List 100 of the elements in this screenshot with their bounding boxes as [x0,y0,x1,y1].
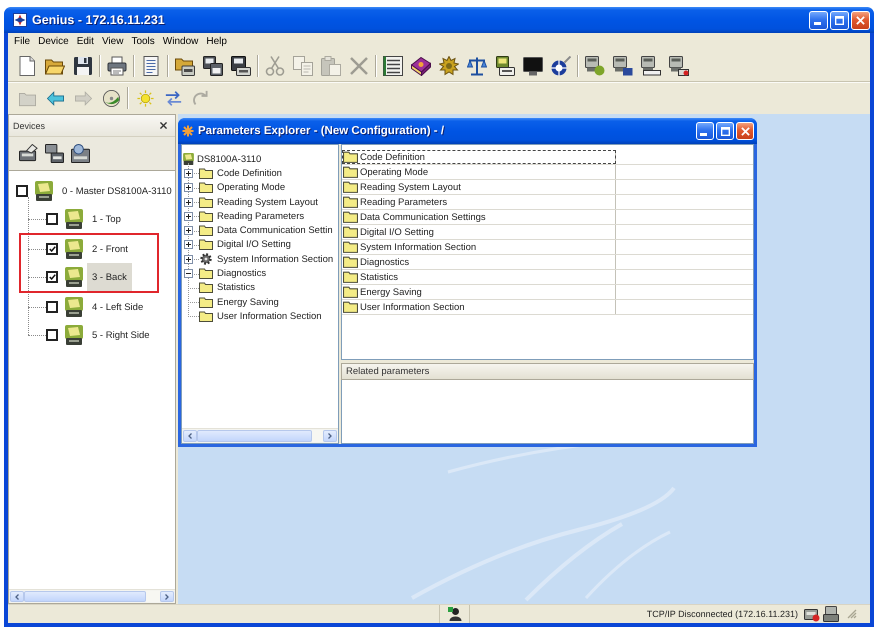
tree-item[interactable]: Code Definition [217,168,282,179]
device-icon [65,325,83,345]
folder-icon [199,239,213,250]
minimize-button[interactable] [809,10,828,30]
tree-item[interactable]: Energy Saving [217,296,279,308]
expand-icon[interactable] [184,183,193,192]
minimize-button[interactable] [696,122,714,140]
folder-icon [343,226,358,238]
expand-icon[interactable] [184,226,193,236]
list-item[interactable]: System Information Section [342,240,616,254]
maximize-button[interactable] [830,10,849,30]
blank-page-icon [17,56,37,76]
folder-icon [343,181,358,193]
copy-icon [293,56,313,76]
delete-icon [349,56,369,76]
expand-icon[interactable] [184,212,193,221]
expand-icon[interactable] [184,198,193,207]
tree-item[interactable]: Diagnostics [217,268,266,280]
crosshair-logo-icon [13,13,27,27]
list-item[interactable]: Operating Mode [342,165,616,179]
network-device-icon [613,56,633,76]
tree-item[interactable]: 2 - Front [87,235,133,263]
tree-item[interactable]: 1 - Top [87,205,126,233]
checkbox[interactable] [46,213,58,225]
collapse-icon[interactable] [184,269,193,278]
list-item[interactable]: User Information Section [342,300,616,314]
list-item[interactable]: Code Definition [342,150,616,164]
network-device-icon [585,56,605,76]
tree-item[interactable]: 5 - Right Side [87,321,155,349]
tree-item[interactable]: Reading Parameters [217,210,304,222]
monitor-icon [523,56,543,76]
folder-icon [199,296,213,308]
folder-icon [343,286,358,298]
resize-grip-icon[interactable] [847,609,857,619]
list-item[interactable]: Reading System Layout [342,180,616,194]
chevron-left-icon [15,594,19,600]
disc-icon [102,90,120,106]
list-item[interactable]: Diagnostics [342,255,616,269]
expand-icon[interactable] [184,254,193,264]
expand-icon[interactable] [184,240,193,250]
close-button[interactable] [159,121,168,130]
device-disk-icon [231,56,251,76]
device-icon [65,297,83,317]
scroll-left-button[interactable] [10,591,24,602]
menu-item[interactable]: Device [34,36,73,47]
device-icon [35,181,53,201]
checkmark-icon [48,246,56,252]
printer-icon [107,56,127,76]
close-icon [856,16,865,24]
menu-item[interactable]: View [98,36,128,47]
expand-icon[interactable] [184,168,193,178]
checkbox[interactable] [46,243,58,255]
list-item[interactable]: Energy Saving [342,285,616,299]
clipboard-icon [321,56,341,76]
tree-item[interactable]: Reading System Layout [217,196,318,208]
tree-item[interactable]: Operating Mode [217,182,286,194]
chevron-left-icon [188,433,192,439]
device-icon [65,267,83,287]
tree-item[interactable]: 3 - Back [87,263,132,291]
list-item[interactable]: Reading Parameters [342,195,616,209]
scroll-right-button[interactable] [323,430,337,442]
checkbox[interactable] [46,301,58,313]
network-device-icon [641,56,661,76]
list-item[interactable]: Data Communication Settings [342,210,616,224]
column-header: Related parameters [341,363,754,380]
scroll-right-button[interactable] [160,591,174,602]
folder-icon [199,210,213,222]
tree-item[interactable]: User Information Section [217,310,322,322]
scroll-left-button[interactable] [183,430,197,442]
menu-item[interactable]: Help [202,36,231,47]
folder-icon [199,282,213,294]
document-icon [141,56,161,76]
checkbox[interactable] [46,271,58,283]
tree-item[interactable]: System Information Section [217,254,334,265]
folder-icon [343,271,358,283]
device-card-icon [18,144,38,163]
list-columns-icon [383,56,403,76]
stacked-devices-icon [203,56,223,76]
tree-item[interactable]: Data Communication Settin [217,225,333,236]
back-arrow-icon [46,90,64,106]
list-item[interactable]: Digital I/O Setting [342,225,616,239]
tree-item[interactable]: Digital I/O Setting [217,239,291,250]
folder-icon [343,211,358,223]
folder-icon [343,241,358,253]
tree-item[interactable]: DS8100A-3110 [197,154,262,165]
menu-item[interactable]: Window [158,36,202,47]
book-icon [411,56,431,76]
gear-icon [200,253,212,266]
tree-item[interactable]: 4 - Left Side [87,293,148,321]
menu-item[interactable]: File [10,36,34,47]
checkbox[interactable] [46,329,58,341]
maximize-button[interactable] [716,122,734,140]
tree-item[interactable]: Statistics [217,282,256,294]
device-icon [65,239,83,259]
menu-item[interactable]: Tools [127,36,159,47]
maximize-icon [720,126,730,136]
checkbox[interactable] [16,185,28,197]
tree-item[interactable]: 0 - Master DS8100A-3110 [57,177,175,205]
list-item[interactable]: Statistics [342,270,616,284]
menu-item[interactable]: Edit [72,36,98,47]
